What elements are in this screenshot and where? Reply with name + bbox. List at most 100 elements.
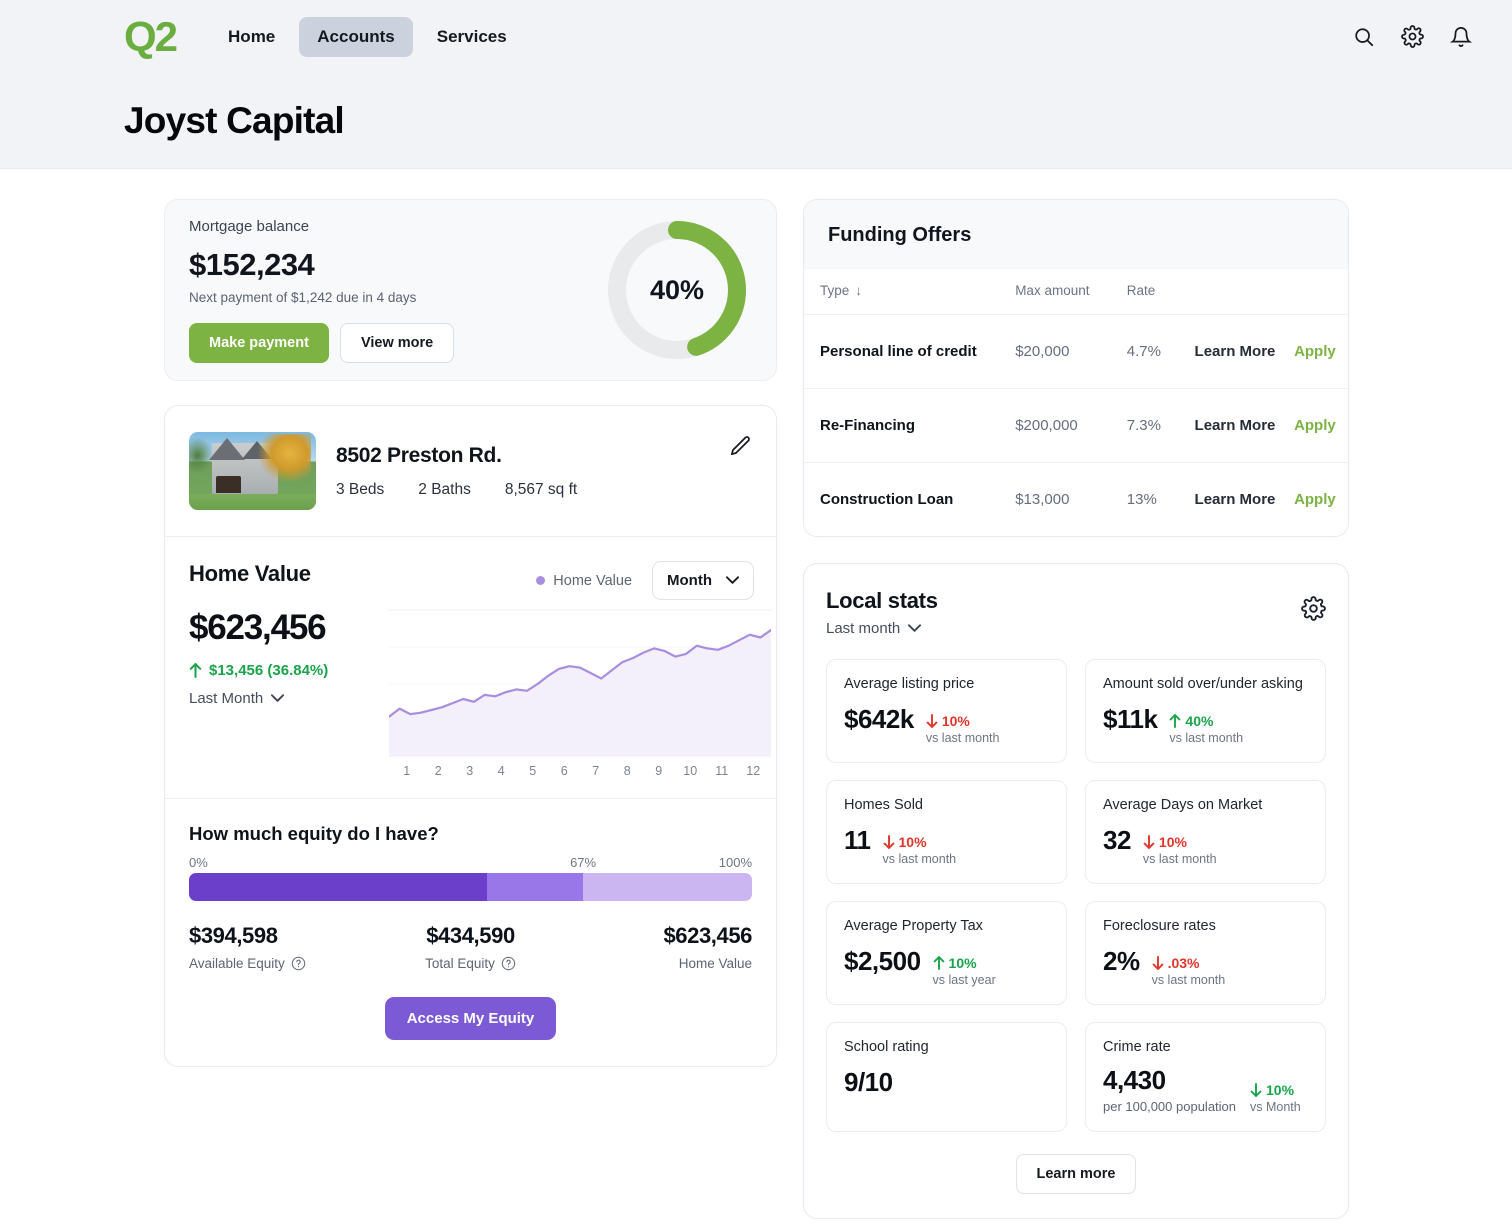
mortgage-progress-label: 40% [649, 274, 705, 305]
home-value-period-select[interactable]: Last Month [189, 690, 389, 707]
arrow-down-icon [926, 714, 938, 728]
stat-value: 9/10 [844, 1067, 893, 1097]
stat-label: Average Days on Market [1103, 797, 1263, 813]
x-tick: 9 [655, 764, 663, 778]
column-header-learn [1195, 269, 1295, 315]
help-icon[interactable] [291, 956, 306, 971]
table-header-row: Type ↓ Max amount Rate [804, 269, 1348, 315]
property-info: 8502 Preston Rd. 3 Beds 2 Baths 8,567 sq… [336, 444, 708, 499]
stat-value: $642k [844, 704, 914, 734]
home-value-controls: Home Value Month [536, 561, 754, 600]
home-value-header: Home Value Home Value Month [189, 561, 754, 600]
gear-icon[interactable] [1301, 596, 1326, 626]
mortgage-actions: Make payment View more [189, 322, 604, 363]
stat-comparison: vs Month [1250, 1100, 1301, 1114]
range-select-value: Month [667, 572, 712, 589]
mortgage-balance-card: Mortgage balance $152,234 Next payment o… [164, 199, 777, 381]
pencil-icon[interactable] [728, 434, 752, 463]
learn-more-link[interactable]: Learn More [1194, 462, 1295, 536]
home-value-figures: $623,456 $13,456 (36.84%) Last Month [189, 602, 389, 778]
column-header-max-amount: Max amount [1015, 283, 1090, 298]
available-equity-label-row: Available Equity [189, 956, 377, 971]
stat-comparison: vs last month [1142, 852, 1217, 866]
column-header-type[interactable]: Type ↓ [804, 269, 1015, 315]
table-row: Personal line of credit $20,000 4.7% Lea… [804, 314, 1348, 389]
learn-more-button[interactable]: Learn more [1015, 1154, 1137, 1194]
x-tick: 5 [529, 764, 537, 778]
equity-home-value-label: Home Value [678, 956, 753, 971]
local-stats-title: Local stats [826, 588, 938, 613]
home-value-change-text: $13,456 (36.84%) [209, 662, 329, 679]
home-value-period-label: Last Month [189, 690, 264, 707]
stat-comparison: vs last year [932, 973, 996, 987]
q2-logo[interactable]: Q2 [124, 15, 178, 58]
funding-offers-title: Funding Offers [804, 200, 1348, 269]
local-stats-card: Local stats Last month Average listing p… [803, 563, 1349, 1219]
equity-home-value: $623,456 Home Value [564, 923, 752, 971]
arrow-up-icon [1170, 714, 1181, 728]
legend-label-home-value: Home Value [553, 572, 633, 589]
x-tick: 4 [497, 764, 505, 778]
apply-link[interactable]: Apply [1294, 462, 1348, 536]
total-equity-label: Total Equity [425, 956, 495, 971]
stat-delta: 10% [1250, 1082, 1301, 1098]
stat-card-average-listing-price: Average listing price $642k 10% vs last … [826, 659, 1067, 763]
range-select[interactable]: Month [652, 561, 754, 600]
available-equity-value: $394,598 [189, 923, 278, 948]
offer-max-amount: $20,000 [1015, 314, 1127, 389]
stat-card-average-days-on-market: Average Days on Market 32 10% vs last mo… [1085, 780, 1326, 884]
x-tick: 7 [592, 764, 600, 778]
apply-link[interactable]: Apply [1294, 314, 1348, 389]
search-icon[interactable] [1353, 26, 1375, 48]
nav-link-home[interactable]: Home [210, 17, 293, 57]
table-row: Construction Loan $13,000 13% Learn More… [804, 462, 1348, 536]
stat-sub-label: per 100,000 population [1103, 1099, 1237, 1114]
x-tick: 2 [434, 764, 442, 778]
property-summary: 8502 Preston Rd. 3 Beds 2 Baths 8,567 sq… [165, 406, 776, 536]
equity-scale-mid: 67% [570, 855, 597, 870]
stat-card-crime-rate: Crime rate 4,430 per 100,000 population … [1085, 1022, 1326, 1132]
stat-value: 11 [844, 825, 871, 855]
legend-dot-home-value [536, 576, 546, 585]
view-more-button[interactable]: View more [339, 322, 455, 363]
funding-offers-table: Type ↓ Max amount Rate Personal line of c… [804, 269, 1348, 536]
chevron-down-icon [271, 694, 285, 702]
total-equity-value: $434,590 [426, 923, 515, 948]
stat-value: 4,430 [1103, 1065, 1166, 1095]
stat-value: 32 [1103, 825, 1131, 855]
equity-total: $434,590 Total Equity [377, 923, 565, 971]
available-equity-label: Available Equity [189, 956, 285, 971]
mortgage-balance-amount: $152,234 [189, 246, 315, 282]
nav-link-accounts[interactable]: Accounts [299, 16, 413, 57]
stat-label: Homes Sold [844, 797, 923, 813]
equity-segment-available [189, 873, 488, 901]
bell-icon[interactable] [1450, 26, 1472, 48]
property-sqft: 8,567 sq ft [504, 480, 578, 498]
main-content: Mortgage balance $152,234 Next payment o… [0, 169, 1512, 1219]
nav-link-services[interactable]: Services [419, 17, 525, 57]
x-tick: 3 [466, 764, 474, 778]
local-stats-period-select[interactable]: Last month [826, 620, 938, 637]
stat-delta: 40% [1169, 713, 1243, 729]
x-tick: 11 [715, 764, 729, 778]
learn-more-link[interactable]: Learn More [1194, 388, 1295, 463]
offer-max-amount: $13,000 [1015, 462, 1127, 536]
stat-value: 2% [1103, 946, 1140, 976]
access-my-equity-button[interactable]: Access My Equity [384, 997, 557, 1040]
apply-link[interactable]: Apply [1294, 388, 1348, 463]
stat-card-foreclosure-rates: Foreclosure rates 2% .03% vs last month [1085, 901, 1326, 1005]
stat-label: Crime rate [1103, 1039, 1171, 1055]
property-beds: 3 Beds [336, 480, 385, 498]
equity-home-value-amount: $623,456 [663, 923, 753, 948]
make-payment-button[interactable]: Make payment [189, 322, 329, 363]
primary-nav-links: Home Accounts Services [210, 16, 525, 57]
table-row: Re-Financing $200,000 7.3% Learn More Ap… [804, 388, 1348, 463]
arrow-down-icon [883, 835, 894, 849]
right-column: Funding Offers Type ↓ Max amount Rate Pe… [803, 199, 1349, 1219]
help-icon[interactable] [501, 956, 516, 971]
stat-comparison: vs last month [1169, 731, 1244, 745]
learn-more-link[interactable]: Learn More [1194, 314, 1295, 389]
nav-actions [1353, 25, 1472, 48]
stat-delta: 10% [883, 834, 957, 850]
gear-icon[interactable] [1401, 25, 1424, 48]
